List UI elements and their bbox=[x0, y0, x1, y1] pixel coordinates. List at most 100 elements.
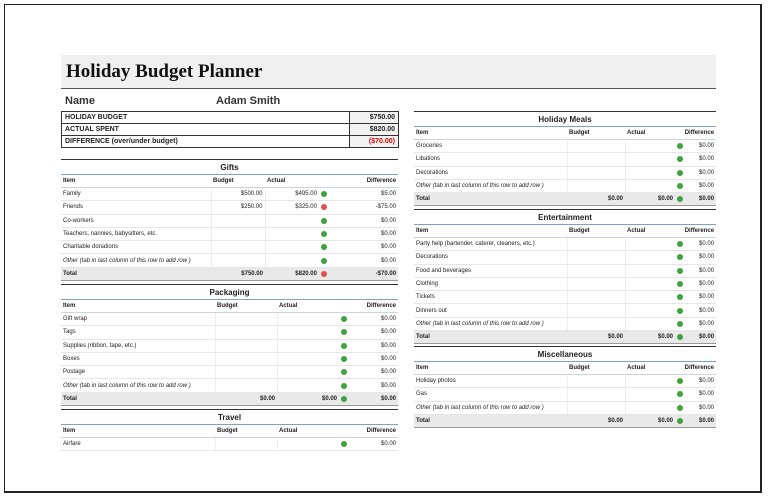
budget-cell[interactable] bbox=[214, 312, 277, 327]
budget-cell[interactable] bbox=[566, 166, 625, 180]
actual-cell[interactable]: $325.00 bbox=[264, 200, 319, 215]
budget-cell[interactable] bbox=[214, 339, 277, 353]
actual-cell[interactable] bbox=[276, 437, 339, 452]
item-cell[interactable]: Libations bbox=[414, 152, 567, 167]
table-row: Airfare $0.00 bbox=[61, 437, 399, 452]
item-cell[interactable]: Gift wrap bbox=[61, 312, 215, 327]
actual-cell[interactable] bbox=[276, 365, 339, 380]
table-row: Decorations $0.00 bbox=[414, 166, 717, 180]
actual-cell[interactable] bbox=[276, 352, 339, 367]
actual-cell[interactable] bbox=[276, 378, 339, 393]
item-cell[interactable]: Other (tab in last column of this row to… bbox=[61, 253, 211, 268]
budget-column-header: Budget bbox=[567, 126, 625, 140]
budget-cell[interactable] bbox=[566, 290, 625, 305]
actual-cell[interactable] bbox=[624, 317, 675, 332]
budget-cell[interactable] bbox=[210, 240, 265, 255]
actual-cell[interactable] bbox=[624, 139, 675, 154]
actual-cell[interactable] bbox=[264, 214, 319, 228]
item-label: Food and beverages bbox=[416, 267, 472, 274]
item-cell[interactable]: Clothing bbox=[414, 277, 567, 292]
item-cell[interactable]: Charitable donations bbox=[61, 240, 211, 255]
budget-cell[interactable] bbox=[214, 365, 277, 380]
budget-cell[interactable] bbox=[214, 437, 277, 452]
item-cell[interactable]: Family bbox=[61, 187, 211, 202]
difference-value: $0.00 bbox=[699, 196, 715, 203]
item-cell[interactable]: Teachers, nannies, babysitters, etc. bbox=[61, 227, 211, 242]
item-cell[interactable]: Postage bbox=[61, 365, 215, 380]
difference-value: $0.00 bbox=[699, 254, 715, 261]
budget-cell[interactable] bbox=[566, 179, 625, 194]
budget-cell[interactable] bbox=[566, 250, 625, 265]
item-cell[interactable]: Holiday photos bbox=[414, 374, 567, 389]
item-cell[interactable]: Other (tab in last column of this row to… bbox=[61, 378, 215, 393]
item-cell[interactable]: Other (tab in last column of this row to… bbox=[414, 317, 567, 332]
actual-cell[interactable] bbox=[276, 325, 339, 340]
actual-cell[interactable] bbox=[276, 339, 339, 353]
actual-cell[interactable] bbox=[624, 401, 675, 415]
budget-cell[interactable]: $250.00 bbox=[210, 200, 265, 215]
budget-cell[interactable] bbox=[566, 264, 625, 278]
item-cell[interactable]: Tickets bbox=[414, 290, 567, 305]
item-cell[interactable]: Party help (bartender, caterer, cleaners… bbox=[414, 237, 567, 252]
budget-cell[interactable] bbox=[210, 214, 265, 228]
item-cell[interactable]: Boxes bbox=[61, 352, 215, 367]
item-cell[interactable]: Co-workers bbox=[61, 214, 211, 228]
item-cell[interactable]: Airfare bbox=[61, 437, 215, 452]
item-cell[interactable]: Other (tab in last column of this row to… bbox=[414, 401, 567, 415]
actual-cell[interactable] bbox=[264, 227, 319, 242]
item-cell[interactable]: Decorations bbox=[414, 166, 567, 180]
actual-cell[interactable] bbox=[276, 312, 339, 327]
summary-row: ACTUAL SPENT $820.00 bbox=[61, 123, 399, 136]
difference-cell: $0.00 bbox=[675, 277, 717, 292]
name-value[interactable]: Adam Smith bbox=[216, 95, 280, 107]
actual-cell[interactable] bbox=[624, 250, 675, 265]
difference-value: $0.00 bbox=[381, 395, 397, 402]
budget-cell[interactable] bbox=[214, 325, 277, 340]
actual-cell[interactable] bbox=[624, 374, 675, 389]
actual-cell[interactable] bbox=[264, 253, 319, 268]
item-cell[interactable]: Other (tab in last column of this row to… bbox=[414, 179, 567, 194]
summary-value[interactable]: $750.00 bbox=[349, 111, 399, 124]
actual-cell[interactable] bbox=[624, 264, 675, 278]
actual-cell[interactable] bbox=[624, 387, 675, 402]
budget-cell[interactable] bbox=[566, 152, 625, 167]
budget-cell[interactable] bbox=[566, 387, 625, 402]
item-label: Other (tab in last column of this row to… bbox=[416, 404, 544, 411]
budget-cell[interactable] bbox=[210, 253, 265, 268]
actual-cell[interactable] bbox=[624, 237, 675, 252]
actual-cell[interactable]: $495.00 bbox=[264, 187, 319, 202]
on-budget-indicator-icon bbox=[677, 281, 683, 288]
actual-cell[interactable] bbox=[624, 290, 675, 305]
actual-cell[interactable] bbox=[624, 303, 675, 318]
budget-cell[interactable] bbox=[566, 317, 625, 332]
difference-cell: $0.00 bbox=[339, 352, 399, 367]
budget-cell[interactable] bbox=[566, 237, 625, 252]
budget-cell[interactable] bbox=[566, 374, 625, 389]
item-cell[interactable]: Friends bbox=[61, 200, 211, 215]
total-row: Total $0.00 $0.00 $0.00 bbox=[414, 413, 716, 429]
budget-cell[interactable] bbox=[566, 277, 625, 292]
actual-cell[interactable] bbox=[624, 277, 675, 292]
budget-column-header: Budget bbox=[567, 361, 625, 375]
item-cell[interactable]: Gas bbox=[414, 387, 567, 402]
item-cell[interactable]: Supplies (ribbon, tape, etc.) bbox=[61, 339, 215, 353]
item-cell[interactable]: Tags bbox=[61, 325, 215, 340]
actual-cell[interactable] bbox=[624, 166, 675, 180]
difference-value: -$75.00 bbox=[375, 204, 397, 211]
budget-cell[interactable] bbox=[214, 378, 277, 393]
actual-cell[interactable] bbox=[624, 179, 675, 194]
budget-cell[interactable] bbox=[210, 227, 265, 242]
item-cell[interactable]: Groceries bbox=[414, 139, 567, 154]
item-cell[interactable]: Decorations bbox=[414, 250, 567, 265]
item-cell[interactable]: Food and beverages bbox=[414, 264, 567, 278]
budget-cell[interactable]: $500.00 bbox=[210, 187, 265, 202]
budget-cell[interactable] bbox=[566, 303, 625, 318]
actual-cell[interactable] bbox=[264, 240, 319, 255]
budget-cell[interactable] bbox=[214, 352, 277, 367]
difference-cell: $0.00 bbox=[675, 152, 717, 167]
difference-value: $0.00 bbox=[381, 316, 397, 323]
actual-cell[interactable] bbox=[624, 152, 675, 167]
item-cell[interactable]: Dinners out bbox=[414, 303, 567, 318]
budget-cell[interactable] bbox=[566, 139, 625, 154]
budget-cell[interactable] bbox=[566, 401, 625, 415]
